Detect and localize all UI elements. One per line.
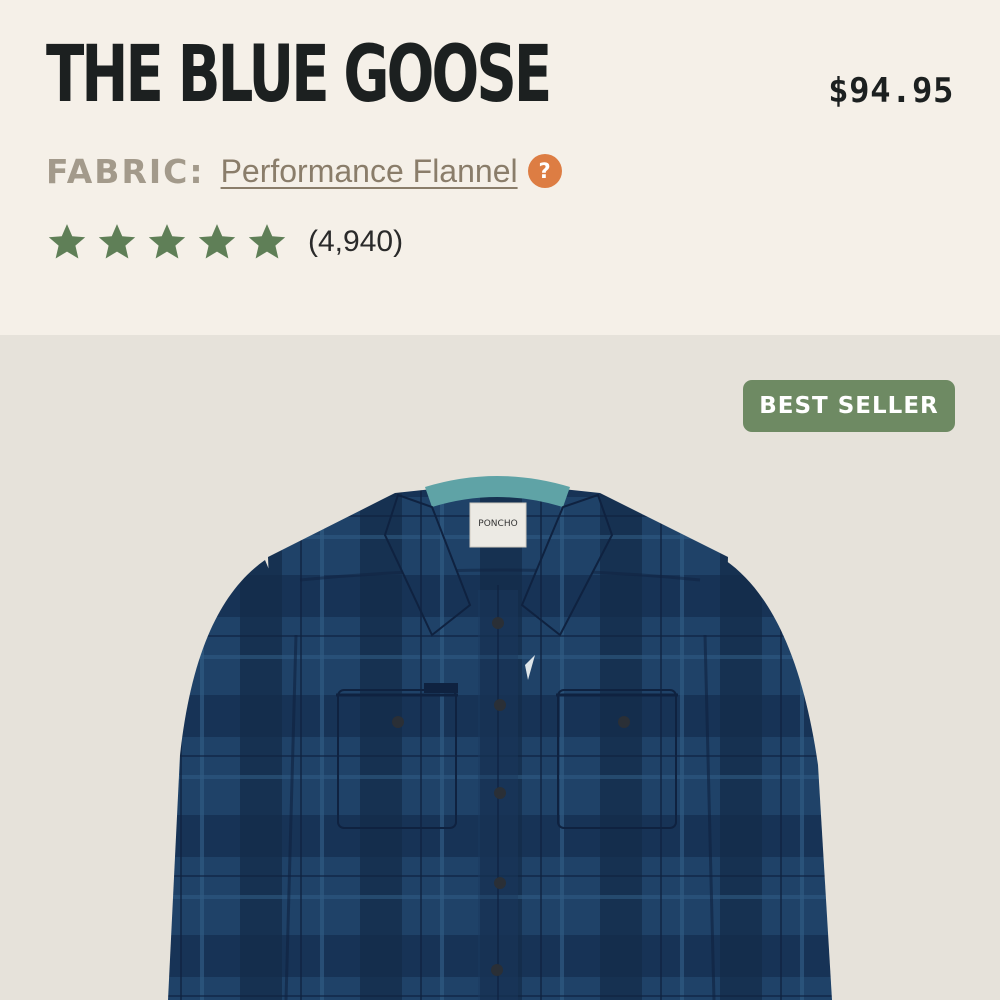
product-image-area: PONCHO BEST SELLER — [0, 335, 1000, 1000]
best-seller-badge: BEST SELLER — [743, 380, 955, 432]
star-icon — [248, 224, 286, 259]
star-icon — [148, 224, 186, 259]
star-icon — [48, 224, 86, 259]
product-image[interactable]: PONCHO — [0, 335, 1000, 1000]
fabric-label: FABRIC: — [46, 151, 205, 191]
star-rating — [46, 221, 296, 263]
star-icon — [98, 224, 136, 259]
product-price: $94.95 — [828, 71, 954, 111]
shirt-illustration: PONCHO — [168, 476, 832, 1000]
fabric-row: FABRIC: Performance Flannel ? — [46, 148, 562, 194]
review-count[interactable]: (4,940) — [308, 225, 403, 259]
product-header: THE BLUE GOOSE $94.95 FABRIC: Performanc… — [0, 0, 1000, 335]
fabric-link[interactable]: Performance Flannel — [221, 153, 518, 190]
brand-tag-text: PONCHO — [478, 519, 517, 529]
product-title: THE BLUE GOOSE — [46, 30, 552, 120]
question-mark-icon[interactable]: ? — [527, 154, 562, 188]
rating[interactable]: (4,940) — [46, 219, 403, 265]
star-icon — [198, 224, 236, 259]
